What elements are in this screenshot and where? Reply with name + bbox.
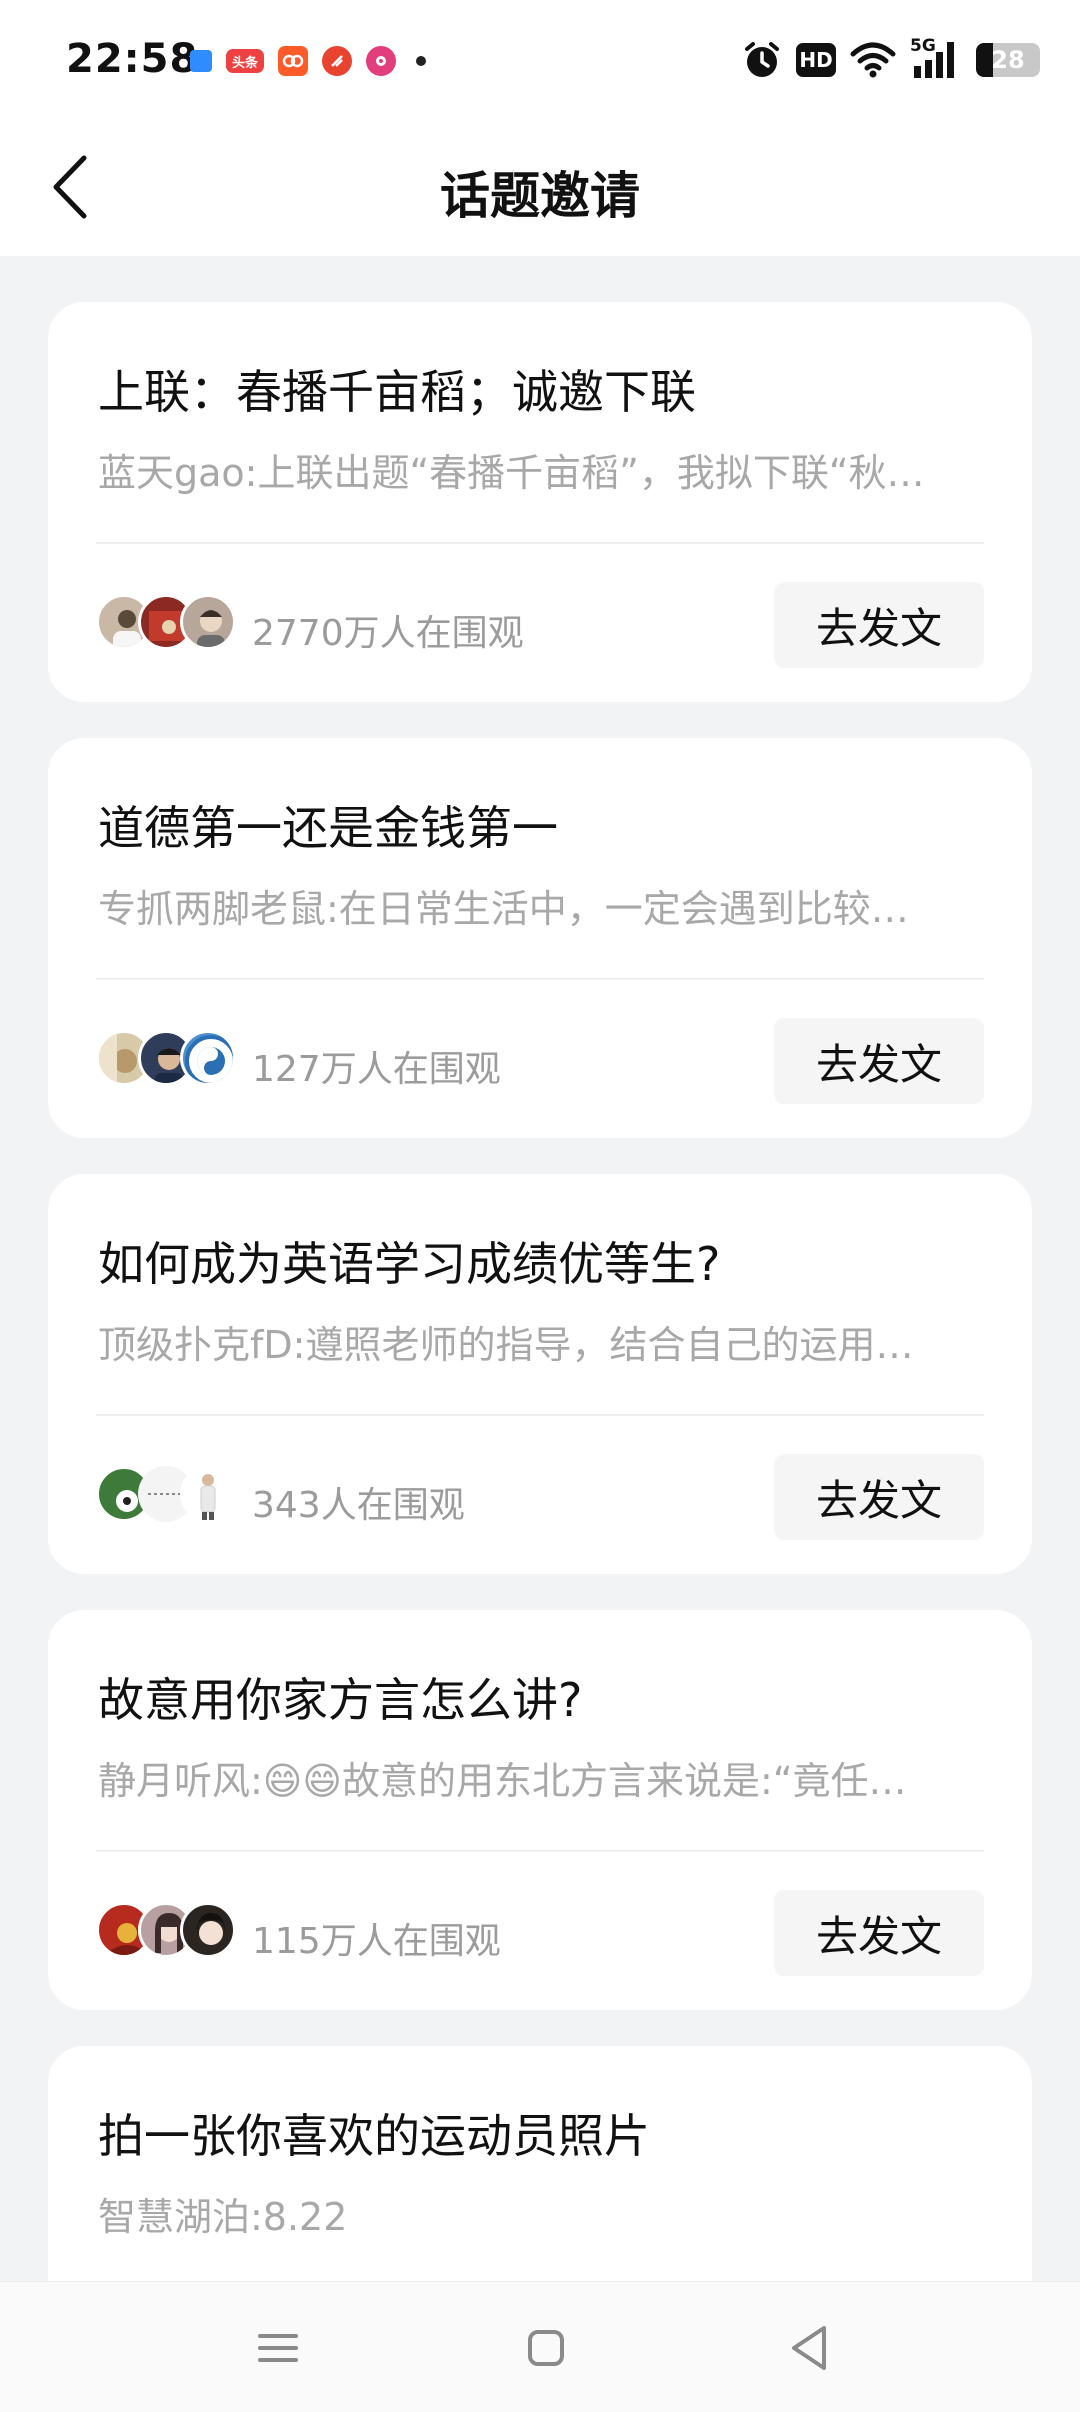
back-nav-button[interactable] bbox=[780, 2318, 840, 2378]
orange-app-icon bbox=[278, 46, 308, 76]
home-button[interactable] bbox=[516, 2318, 576, 2378]
status-bar: 22:58 头条 HD 5G 28 bbox=[0, 0, 1080, 118]
red-app-glyph bbox=[331, 55, 343, 67]
topic-preview[interactable]: 顶级扑克fD:遵照老师的指导，结合自己的运用… bbox=[98, 1314, 1018, 1369]
orange-app-glyph bbox=[282, 54, 304, 68]
topic-invite-page: 22:58 头条 HD 5G 28 话题邀请 上联：春播千亩稻；诚邀下联 蓝天g… bbox=[0, 0, 1080, 2412]
avatar bbox=[180, 594, 236, 650]
go-post-button[interactable]: 去发文 bbox=[774, 582, 984, 668]
topic-card[interactable]: 道德第一还是金钱第一 专抓两脚老鼠:在日常生活中，一定会遇到比较… 127万人在… bbox=[48, 738, 1032, 1138]
avatar bbox=[180, 1030, 236, 1086]
back-triangle-icon bbox=[792, 2326, 826, 2370]
page-title: 话题邀请 bbox=[440, 167, 640, 225]
pink-app-glyph bbox=[376, 56, 386, 66]
app-header: 话题邀请 bbox=[0, 118, 1080, 256]
viewer-count: 343人在围观 bbox=[252, 1485, 465, 1526]
card-divider bbox=[96, 542, 984, 544]
topic-card[interactable]: 故意用你家方言怎么讲? 静月听风:😄😄故意的用东北方言来说是:“竟任… 115万… bbox=[48, 1610, 1032, 2010]
avatar-figure bbox=[200, 1474, 216, 1520]
alarm-icon bbox=[745, 42, 779, 77]
topic-title[interactable]: 故意用你家方言怎么讲? bbox=[98, 1664, 988, 1730]
avatar bbox=[180, 1466, 236, 1522]
participant-avatars bbox=[96, 1466, 236, 1524]
card-divider bbox=[96, 978, 984, 980]
menu-icon bbox=[258, 2334, 298, 2362]
viewer-count: 2770万人在围观 bbox=[252, 613, 524, 654]
pink-app-icon bbox=[366, 46, 396, 76]
battery-icon: 28 bbox=[976, 43, 1040, 77]
go-post-button[interactable]: 去发文 bbox=[774, 1454, 984, 1540]
toutiao-icon: 头条 bbox=[226, 49, 264, 73]
notification-icons: 头条 bbox=[190, 44, 426, 78]
hd-voice-icon: HD bbox=[796, 43, 836, 77]
cellular-signal-icon: 5G bbox=[910, 36, 962, 80]
battery-percent: 28 bbox=[991, 46, 1025, 74]
home-icon bbox=[528, 2330, 564, 2366]
blue-app-icon bbox=[190, 50, 212, 72]
avatar-figure bbox=[185, 1035, 233, 1083]
topic-title[interactable]: 上联：春播千亩稻；诚邀下联 bbox=[98, 356, 988, 422]
menu-button[interactable] bbox=[248, 2318, 308, 2378]
red-app-icon bbox=[322, 46, 352, 76]
more-notifications-dot bbox=[416, 56, 426, 66]
go-post-button[interactable]: 去发文 bbox=[774, 1018, 984, 1104]
go-post-button[interactable]: 去发文 bbox=[774, 1890, 984, 1976]
viewer-count: 115万人在围观 bbox=[252, 1921, 501, 1962]
topic-preview[interactable]: 专抓两脚老鼠:在日常生活中，一定会遇到比较… bbox=[98, 878, 1018, 933]
battery-level-fill bbox=[976, 43, 993, 77]
topic-preview[interactable]: 智慧湖泊:8.22 bbox=[98, 2186, 1018, 2241]
card-divider bbox=[96, 1414, 984, 1416]
card-divider bbox=[96, 1850, 984, 1852]
topic-card[interactable]: 上联：春播千亩稻；诚邀下联 蓝天gao:上联出题“春播千亩稻”，我拟下联“秋… … bbox=[48, 302, 1032, 702]
topic-preview[interactable]: 静月听风:😄😄故意的用东北方言来说是:“竟任… bbox=[98, 1750, 1018, 1805]
participant-avatars bbox=[96, 594, 236, 652]
topic-title[interactable]: 拍一张你喜欢的运动员照片 bbox=[98, 2100, 988, 2166]
avatar bbox=[180, 1902, 236, 1958]
avatar-figure bbox=[197, 610, 225, 647]
wifi-icon bbox=[850, 42, 896, 78]
topic-title[interactable]: 道德第一还是金钱第一 bbox=[98, 792, 988, 858]
viewer-count: 127万人在围观 bbox=[252, 1049, 501, 1090]
system-status-icons: HD 5G 28 bbox=[742, 36, 1040, 80]
status-time: 22:58 bbox=[66, 36, 199, 82]
topic-preview[interactable]: 蓝天gao:上联出题“春播千亩稻”，我拟下联“秋… bbox=[98, 442, 1018, 497]
participant-avatars bbox=[96, 1902, 236, 1960]
avatar-figure bbox=[197, 1913, 225, 1945]
topic-title[interactable]: 如何成为英语学习成绩优等生? bbox=[98, 1228, 988, 1294]
signal-bars bbox=[914, 42, 954, 78]
participant-avatars bbox=[96, 1030, 236, 1088]
system-nav-bar bbox=[0, 2281, 1080, 2412]
topic-card[interactable]: 如何成为英语学习成绩优等生? 顶级扑克fD:遵照老师的指导，结合自己的运用… 3… bbox=[48, 1174, 1032, 1574]
